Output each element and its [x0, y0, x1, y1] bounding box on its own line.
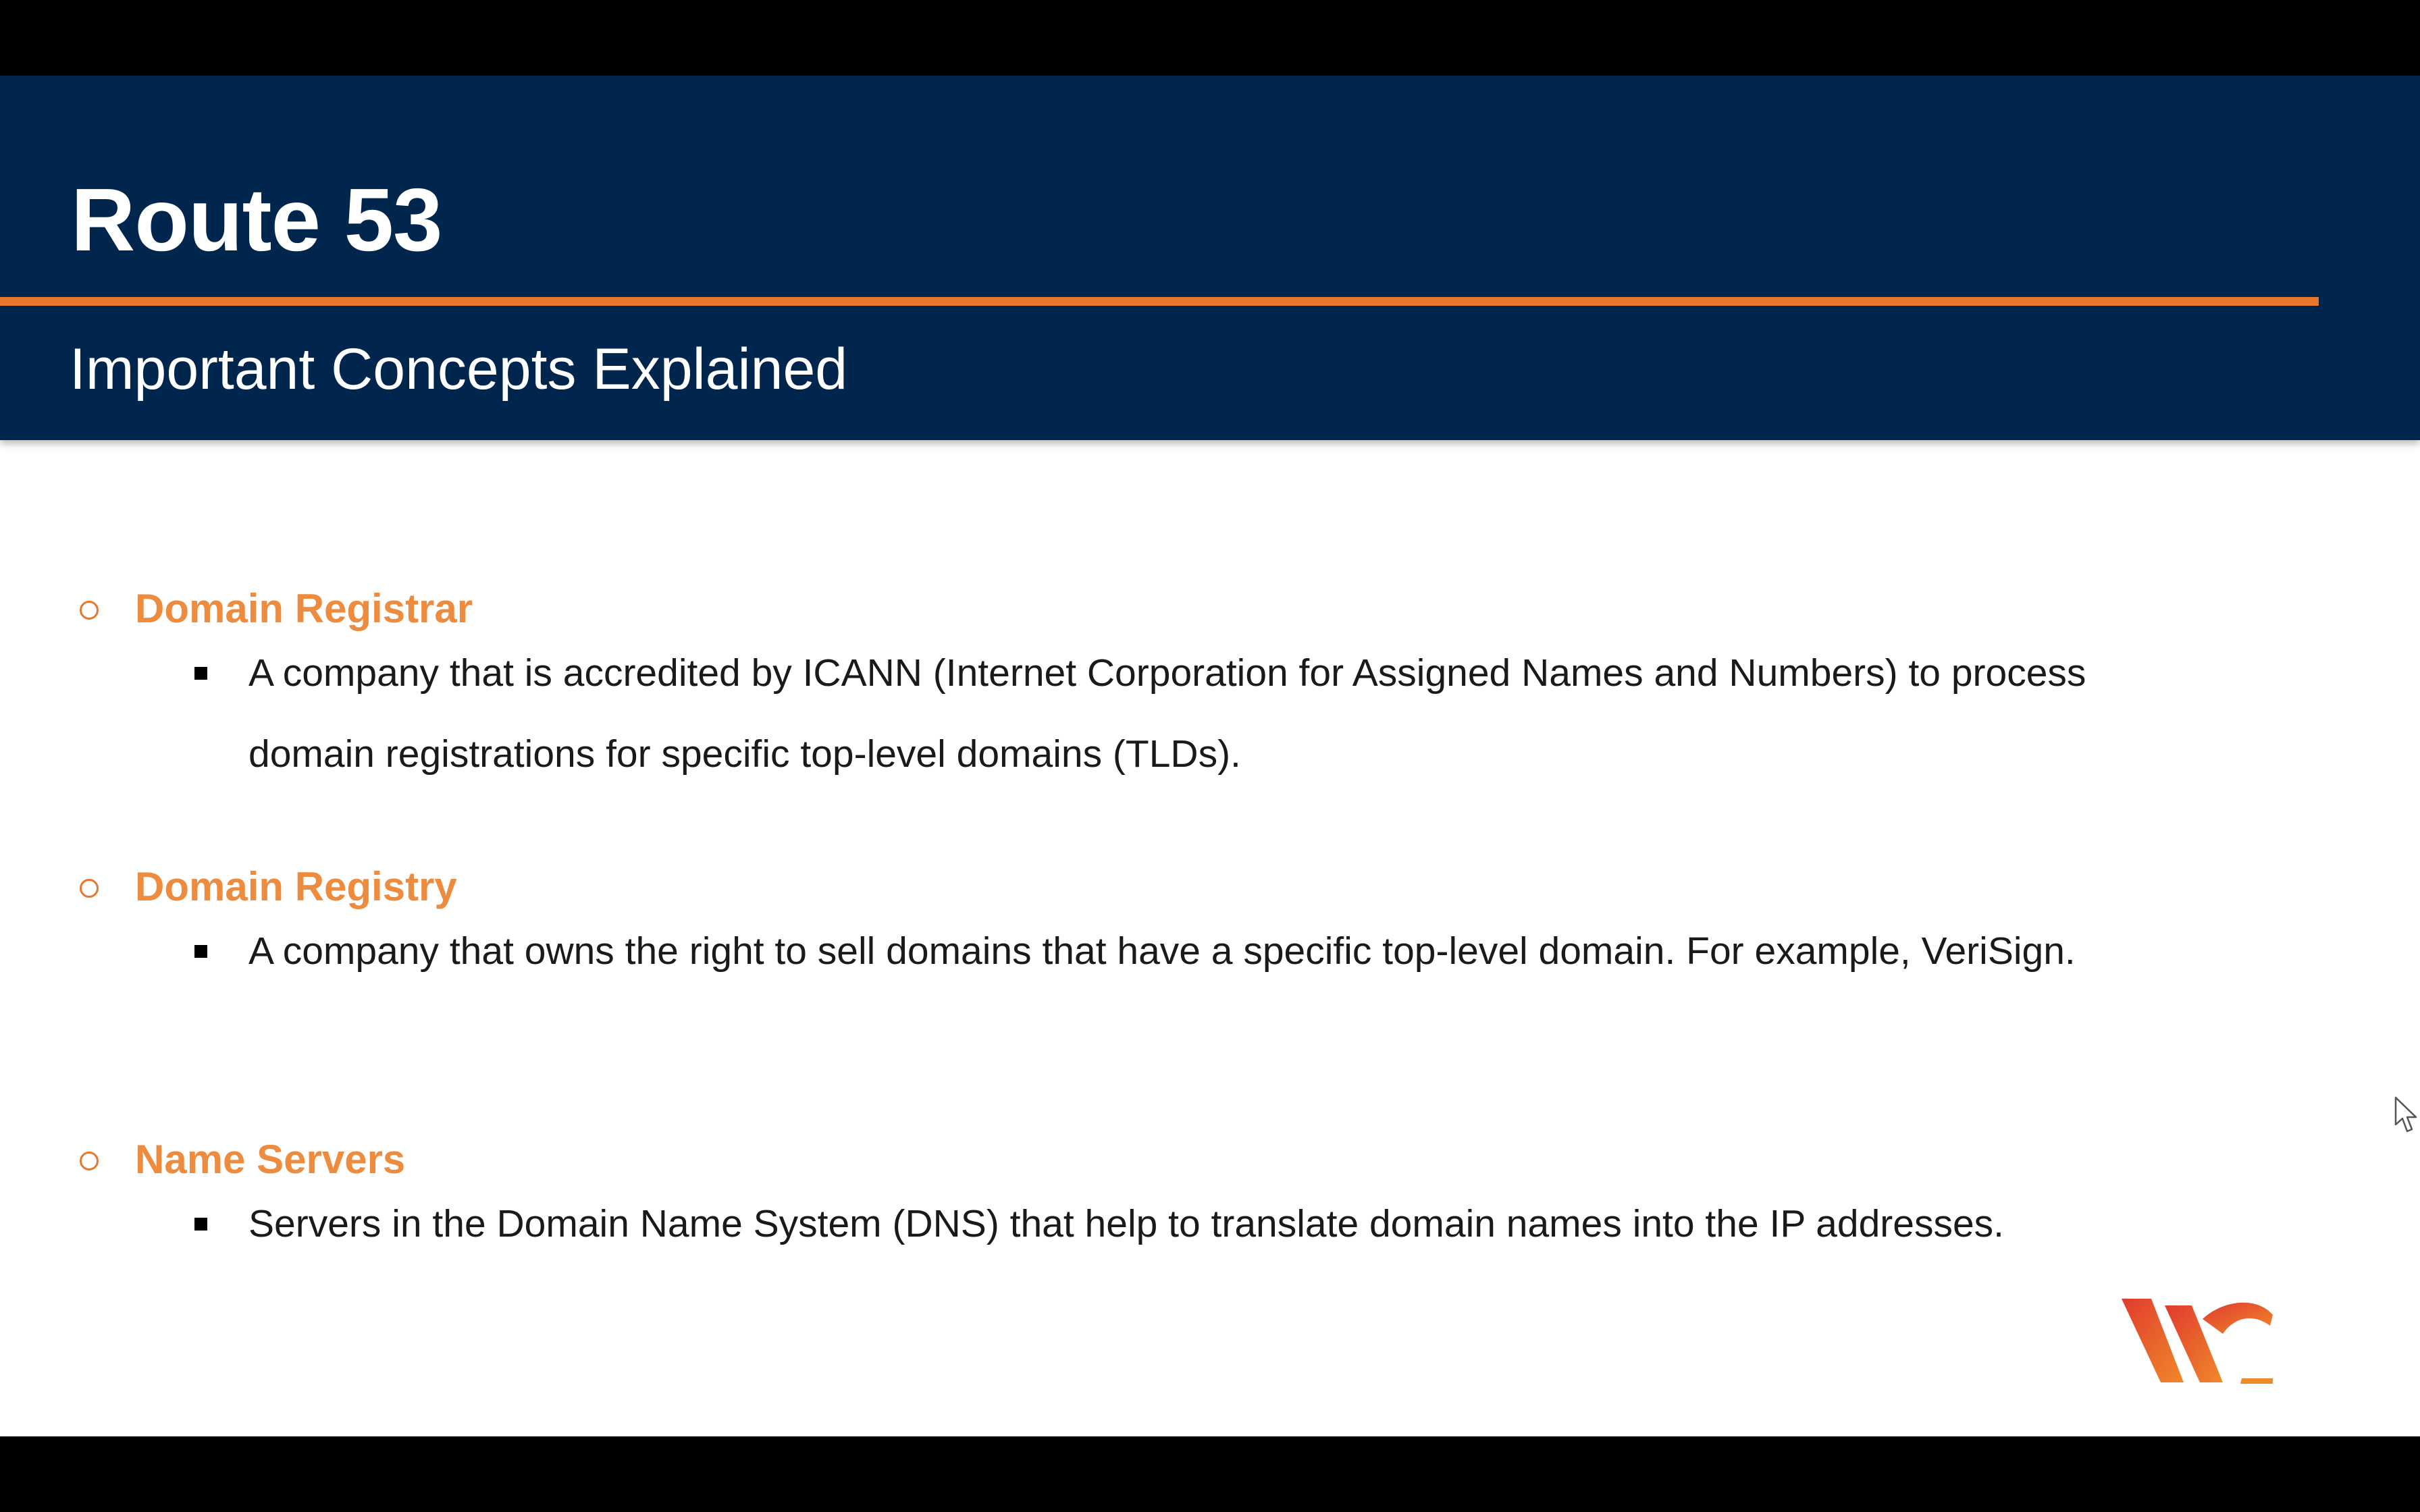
- letterbox-top: [0, 0, 2420, 76]
- letterbox-bottom: [0, 1436, 2420, 1512]
- circle-bullet-icon: [80, 601, 99, 620]
- slide-subtitle: Important Concepts Explained: [70, 337, 848, 402]
- mouse-pointer-icon: [2394, 1096, 2417, 1133]
- header-divider: [0, 297, 2319, 306]
- square-bullet-icon: [194, 945, 207, 958]
- slide-title: Route 53: [71, 170, 442, 269]
- concept-description: A company that owns the right to sell do…: [248, 929, 2076, 973]
- concept-term: Domain Registry: [135, 864, 457, 909]
- concept-term: Domain Registrar: [135, 586, 473, 631]
- concept-description: Servers in the Domain Name System (DNS) …: [248, 1202, 2004, 1245]
- square-bullet-icon: [194, 1218, 207, 1231]
- presentation-slide: Route 53 Important Concepts Explained Do…: [0, 76, 2420, 1436]
- brand-logo-icon: [2122, 1299, 2273, 1384]
- square-bullet-icon: [194, 667, 207, 680]
- concept-term: Name Servers: [135, 1137, 406, 1182]
- concept-description: A company that is accredited by ICANN (I…: [248, 651, 2086, 776]
- slide-header: Route 53 Important Concepts Explained: [0, 76, 2420, 440]
- circle-bullet-icon: [80, 879, 99, 898]
- circle-bullet-icon: [80, 1152, 99, 1170]
